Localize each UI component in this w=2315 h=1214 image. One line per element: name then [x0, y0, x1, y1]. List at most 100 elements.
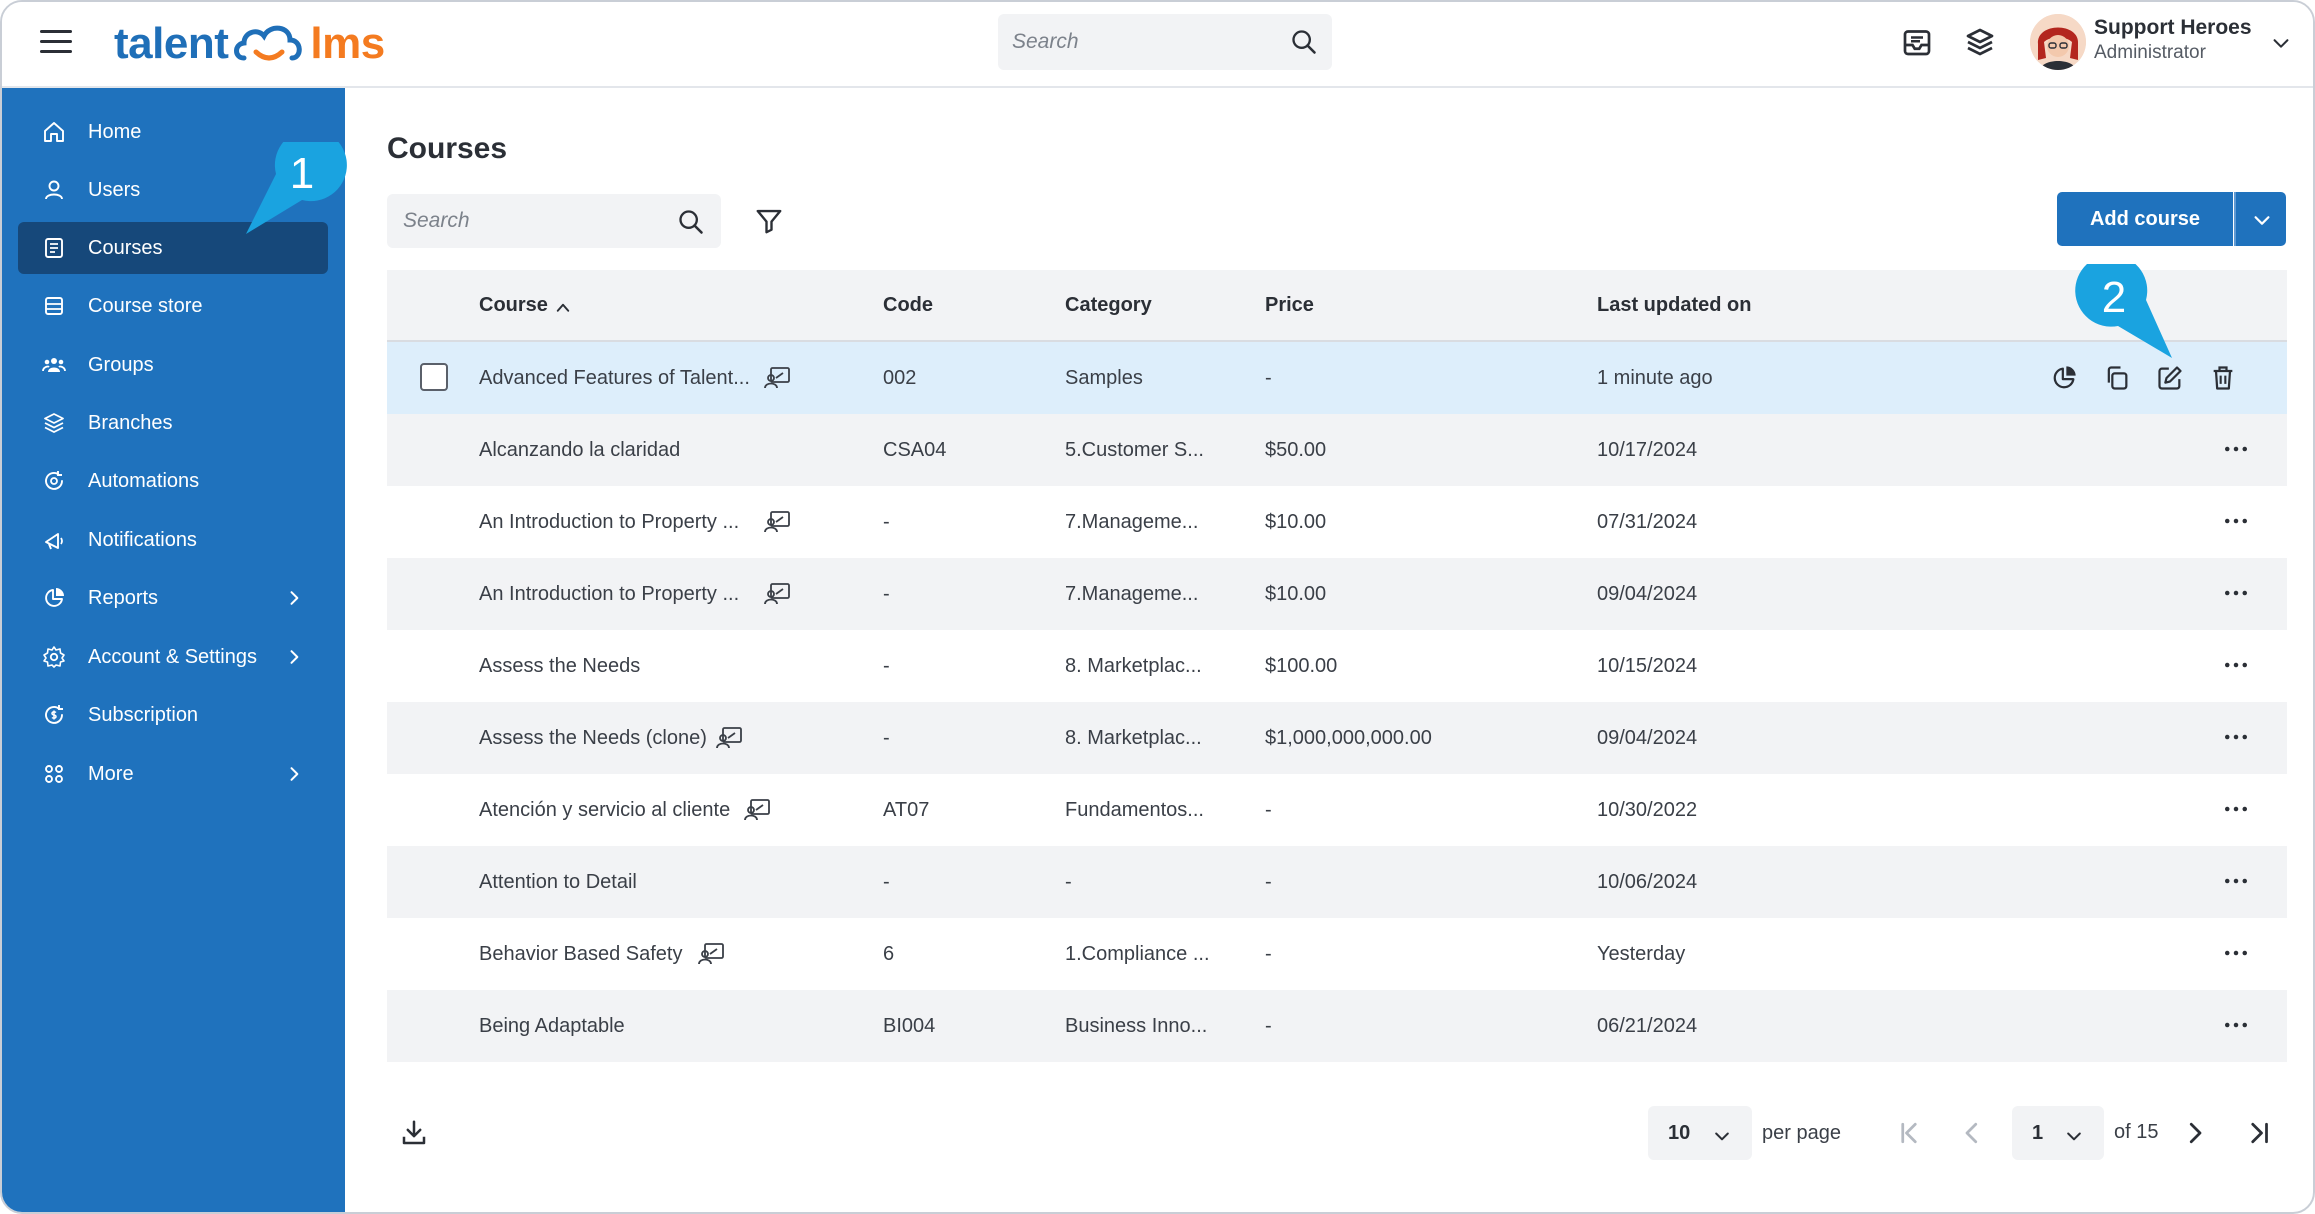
column-header-price[interactable]: Price: [1265, 294, 1314, 317]
callout-number: 2: [2102, 273, 2126, 322]
first-page-icon[interactable]: [1894, 1118, 1924, 1148]
search-icon[interactable]: [1290, 28, 1318, 56]
table-row[interactable]: An Introduction to Property ... - 7.Mana…: [387, 486, 2287, 558]
courses-icon: [45, 238, 63, 258]
course-price: -: [1265, 871, 1272, 893]
chevron-down-icon: [1715, 1132, 1729, 1141]
trash-icon[interactable]: [2209, 364, 2237, 392]
callout-number: 1: [290, 149, 314, 198]
table-row[interactable]: Assess the Needs (clone) - 8. Marketplac…: [387, 702, 2287, 774]
more-options-icon[interactable]: [2221, 650, 2251, 680]
course-last-updated: 10/17/2024: [1597, 439, 1698, 461]
course-category: Samples: [1065, 367, 1143, 389]
more-options-icon[interactable]: [2221, 794, 2251, 824]
sidebar-item-branches[interactable]: Branches: [18, 397, 328, 449]
row-checkbox[interactable]: [420, 363, 448, 391]
layers-switch-icon[interactable]: [1962, 24, 1998, 60]
menu-toggle-icon[interactable]: [40, 30, 72, 56]
table-row[interactable]: Being Adaptable BI004 Business Inno... -…: [387, 990, 2287, 1062]
edit-icon[interactable]: [2156, 364, 2184, 392]
course-code: 002: [883, 367, 917, 389]
course-code: BI004: [883, 1015, 936, 1037]
table-row[interactable]: Behavior Based Safety 6 1.Compliance ...…: [387, 918, 2287, 990]
sidebar-item-groups[interactable]: Groups: [18, 339, 328, 391]
sidebar-item-notifications[interactable]: Notifications: [18, 514, 328, 566]
more-options-icon[interactable]: [2221, 1010, 2251, 1040]
more-options-icon[interactable]: [2221, 722, 2251, 752]
callout-2-icon: 2: [2075, 264, 2172, 358]
last-page-icon[interactable]: [2244, 1118, 2274, 1148]
app-window: talent lms Support Heroes Administrator: [0, 0, 2315, 1214]
download-icon[interactable]: [399, 1118, 429, 1148]
course-name[interactable]: Advanced Features of Talent...: [479, 367, 750, 390]
sidebar-item-label: Automations: [88, 470, 200, 492]
notifications-icon: [45, 533, 63, 550]
table-row[interactable]: Alcanzando la claridad CSA04 5.Customer …: [387, 414, 2287, 486]
course-name[interactable]: An Introduction to Property ...: [479, 583, 739, 606]
course-name[interactable]: Attention to Detail: [479, 871, 637, 894]
course-name[interactable]: Assess the Needs (clone): [479, 727, 707, 750]
logo-text-lms: lms: [310, 19, 385, 68]
courses-search-input[interactable]: [403, 194, 663, 248]
sidebar-item-automations[interactable]: Automations: [18, 455, 328, 507]
course-price: $10.00: [1265, 583, 1327, 605]
more-options-icon[interactable]: [2221, 866, 2251, 896]
course-name[interactable]: Being Adaptable: [479, 1015, 625, 1038]
callout-1-icon: 1: [246, 142, 347, 234]
table-row[interactable]: Atención y servicio al cliente AT07 Fund…: [387, 774, 2287, 846]
chevron-right-icon: [290, 767, 299, 781]
table-row[interactable]: Attention to Detail - - - 10/06/2024: [387, 846, 2287, 918]
add-course-button[interactable]: Add course: [2057, 192, 2233, 246]
sidebar-item-more[interactable]: More: [18, 748, 328, 800]
sidebar-item-label: More: [88, 763, 134, 785]
brand-logo[interactable]: talent lms: [114, 14, 385, 74]
course-code: -: [883, 727, 890, 749]
sidebar-item-label: Users: [88, 179, 141, 201]
per-page-value: 10: [1668, 1122, 1691, 1144]
global-search-input[interactable]: [1012, 14, 1272, 70]
add-course-options-button[interactable]: [2234, 192, 2286, 246]
course-last-updated: Yesterday: [1597, 943, 1686, 965]
course-last-updated: 09/04/2024: [1597, 727, 1698, 749]
inbox-icon[interactable]: [1899, 24, 1935, 60]
more-options-icon[interactable]: [2221, 506, 2251, 536]
user-menu[interactable]: Support Heroes Administrator: [2022, 10, 2302, 78]
table-header: Course Code Category Price Last updated …: [387, 270, 2287, 342]
course-name[interactable]: An Introduction to Property ...: [479, 511, 739, 534]
sort-ascending-icon[interactable]: [554, 300, 572, 314]
table-row[interactable]: Advanced Features of Talent... 002 Sampl…: [387, 342, 2287, 414]
course-name[interactable]: Assess the Needs: [479, 655, 640, 678]
more-options-icon[interactable]: [2221, 578, 2251, 608]
previous-page-icon[interactable]: [1957, 1118, 1987, 1148]
page-select[interactable]: 1: [2012, 1106, 2104, 1160]
course-price: $10.00: [1265, 511, 1327, 533]
search-icon[interactable]: [677, 208, 705, 236]
sidebar-item-account-settings[interactable]: Account & Settings: [18, 631, 328, 683]
next-page-icon[interactable]: [2180, 1118, 2210, 1148]
course-name[interactable]: Alcanzando la claridad: [479, 439, 680, 462]
per-page-select[interactable]: 10: [1648, 1106, 1752, 1160]
reports-icon[interactable]: [2050, 364, 2078, 392]
chevron-down-icon: [2273, 39, 2289, 48]
more-options-icon[interactable]: [2221, 938, 2251, 968]
table-row[interactable]: An Introduction to Property ... - 7.Mana…: [387, 558, 2287, 630]
sidebar-item-reports[interactable]: Reports: [18, 572, 328, 624]
column-header-course[interactable]: Course: [479, 294, 548, 317]
course-category: 8. Marketplac...: [1065, 655, 1202, 677]
sidebar-item-label: Groups: [88, 354, 154, 376]
sidebar-item-course-store[interactable]: Course store: [18, 280, 328, 332]
course-category: -: [1065, 871, 1072, 893]
sidebar-item-subscription[interactable]: Subscription: [18, 689, 328, 741]
clone-icon[interactable]: [2103, 364, 2131, 392]
column-header-last-updated[interactable]: Last updated on: [1597, 294, 1751, 317]
table-row[interactable]: Assess the Needs - 8. Marketplac... $100…: [387, 630, 2287, 702]
column-header-code[interactable]: Code: [883, 294, 933, 317]
more-options-icon[interactable]: [2221, 434, 2251, 464]
page-total-label: of 15: [2114, 1121, 2159, 1143]
column-header-category[interactable]: Category: [1065, 294, 1152, 317]
course-category: Fundamentos...: [1065, 799, 1204, 821]
course-price: $100.00: [1265, 655, 1338, 677]
course-name[interactable]: Atención y servicio al cliente: [479, 799, 730, 822]
course-name[interactable]: Behavior Based Safety: [479, 943, 682, 966]
filter-icon[interactable]: [754, 206, 784, 236]
